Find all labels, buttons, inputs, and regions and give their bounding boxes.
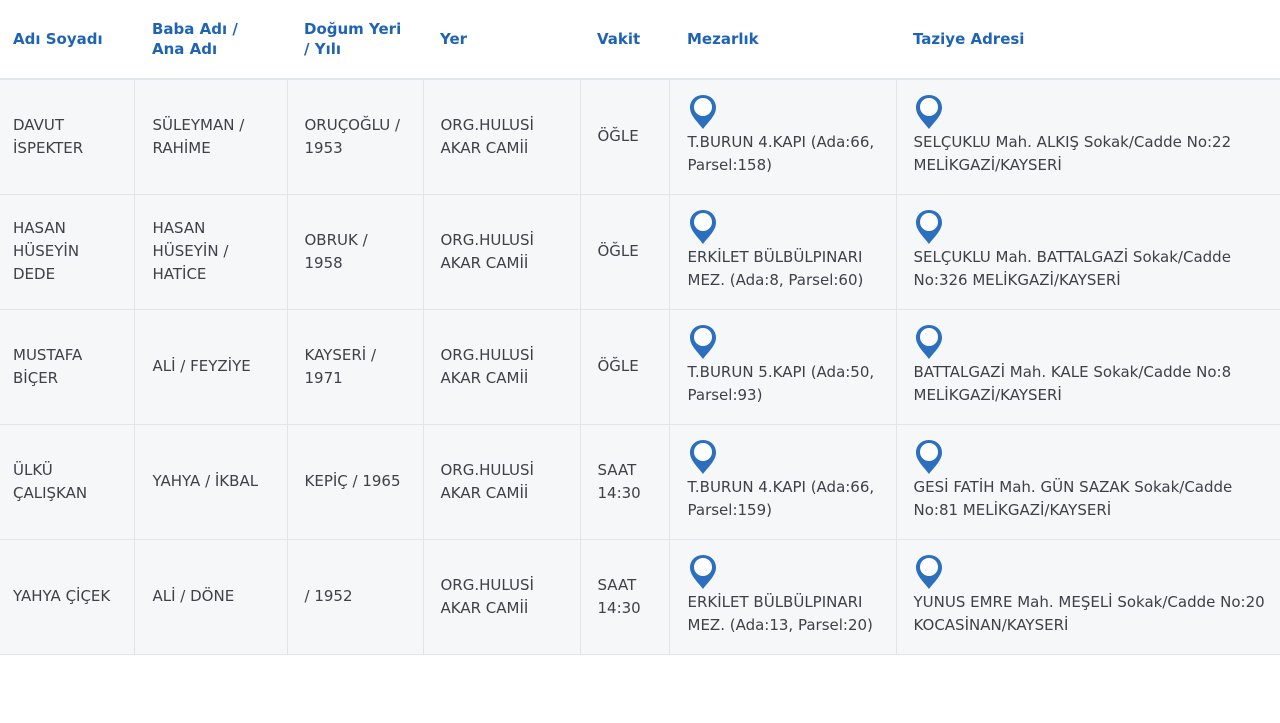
cell-birth: KAYSERİ / 1971 (287, 309, 424, 425)
map-pin-icon[interactable] (914, 323, 944, 361)
cell-place: ORG.HULUSİ AKAR CAMİİ (423, 309, 581, 425)
header-parents: Baba Adı / Ana Adı (134, 0, 287, 80)
cell-time: ÖĞLE (580, 79, 670, 195)
cell-name: DAVUT İSPEKTER (0, 79, 135, 195)
cell-parents: YAHYA / İKBAL (134, 424, 288, 540)
header-time: Vakit (580, 0, 669, 80)
cell-parents: HASAN HÜSEYİN / HATİCE (134, 194, 288, 310)
cell-time: SAAT 14:30 (580, 539, 670, 655)
header-cemetery: Mezarlık (669, 0, 896, 80)
cell-parents: ALİ / DÖNE (134, 539, 288, 655)
header-birth: Doğum Yeri / Yılı (287, 0, 423, 80)
table-row: YAHYA ÇİÇEK ALİ / DÖNE / 1952 ORG.HULUSİ… (0, 539, 1280, 655)
cell-parents: SÜLEYMAN / RAHİME (134, 79, 288, 195)
address-text: SELÇUKLU Mah. BATTALGAZİ Sokak/Cadde No:… (913, 247, 1231, 289)
map-pin-icon[interactable] (914, 438, 944, 476)
address-text: BATTALGAZİ Mah. KALE Sokak/Cadde No:8 ME… (913, 362, 1232, 404)
header-address: Taziye Adresi (896, 0, 1280, 80)
header-row: Adı Soyadı Baba Adı / Ana Adı Doğum Yeri… (0, 0, 1280, 80)
header-place: Yer (423, 0, 580, 80)
map-pin-icon[interactable] (688, 553, 718, 591)
map-pin-icon[interactable] (914, 208, 944, 246)
table-row: DAVUT İSPEKTER SÜLEYMAN / RAHİME ORUÇOĞL… (0, 79, 1280, 195)
cemetery-text: T.BURUN 5.KAPI (Ada:50, Parsel:93) (687, 362, 875, 404)
cell-time: ÖĞLE (580, 309, 670, 425)
cell-name: HASAN HÜSEYİN DEDE (0, 194, 135, 310)
map-pin-icon[interactable] (688, 93, 718, 131)
map-pin-icon[interactable] (688, 323, 718, 361)
cell-address: GESİ FATİH Mah. GÜN SAZAK Sokak/Cadde No… (896, 424, 1280, 540)
table-row: ÜLKÜ ÇALIŞKAN YAHYA / İKBAL KEPİÇ / 1965… (0, 424, 1280, 540)
map-pin-icon[interactable] (688, 438, 718, 476)
cemetery-text: T.BURUN 4.KAPI (Ada:66, Parsel:158) (687, 132, 875, 174)
cell-place: ORG.HULUSİ AKAR CAMİİ (423, 79, 581, 195)
cell-place: ORG.HULUSİ AKAR CAMİİ (423, 424, 581, 540)
cell-name: YAHYA ÇİÇEK (0, 539, 135, 655)
cell-time: SAAT 14:30 (580, 424, 670, 540)
table-row: MUSTAFA BİÇER ALİ / FEYZİYE KAYSERİ / 19… (0, 309, 1280, 425)
cell-cemetery: T.BURUN 4.KAPI (Ada:66, Parsel:158) (669, 79, 897, 195)
cell-cemetery: ERKİLET BÜLBÜLPINARI MEZ. (Ada:8, Parsel… (669, 194, 897, 310)
cemetery-text: ERKİLET BÜLBÜLPINARI MEZ. (Ada:13, Parse… (687, 592, 873, 634)
map-pin-icon[interactable] (688, 208, 718, 246)
cell-birth: KEPİÇ / 1965 (287, 424, 424, 540)
cell-cemetery: T.BURUN 4.KAPI (Ada:66, Parsel:159) (669, 424, 897, 540)
cell-address: SELÇUKLU Mah. ALKIŞ Sokak/Cadde No:22 ME… (896, 79, 1280, 195)
cell-birth: OBRUK / 1958 (287, 194, 424, 310)
cell-address: YUNUS EMRE Mah. MEŞELİ Sokak/Cadde No:20… (896, 539, 1280, 655)
cell-name: MUSTAFA BİÇER (0, 309, 135, 425)
cell-cemetery: ERKİLET BÜLBÜLPINARI MEZ. (Ada:13, Parse… (669, 539, 897, 655)
cemetery-text: ERKİLET BÜLBÜLPINARI MEZ. (Ada:8, Parsel… (687, 247, 864, 289)
map-pin-icon[interactable] (914, 553, 944, 591)
cell-birth: ORUÇOĞLU / 1953 (287, 79, 424, 195)
cell-cemetery: T.BURUN 5.KAPI (Ada:50, Parsel:93) (669, 309, 897, 425)
cell-birth: / 1952 (287, 539, 424, 655)
table-header: Adı Soyadı Baba Adı / Ana Adı Doğum Yeri… (0, 0, 1280, 80)
table-body: DAVUT İSPEKTER SÜLEYMAN / RAHİME ORUÇOĞL… (0, 79, 1280, 655)
address-text: SELÇUKLU Mah. ALKIŞ Sokak/Cadde No:22 ME… (913, 132, 1232, 174)
cell-name: ÜLKÜ ÇALIŞKAN (0, 424, 135, 540)
map-pin-icon[interactable] (914, 93, 944, 131)
cell-address: BATTALGAZİ Mah. KALE Sokak/Cadde No:8 ME… (896, 309, 1280, 425)
funeral-table: Adı Soyadı Baba Adı / Ana Adı Doğum Yeri… (0, 0, 1280, 655)
cell-address: SELÇUKLU Mah. BATTALGAZİ Sokak/Cadde No:… (896, 194, 1280, 310)
cemetery-text: T.BURUN 4.KAPI (Ada:66, Parsel:159) (687, 477, 875, 519)
address-text: YUNUS EMRE Mah. MEŞELİ Sokak/Cadde No:20… (913, 592, 1265, 634)
cell-parents: ALİ / FEYZİYE (134, 309, 288, 425)
cell-place: ORG.HULUSİ AKAR CAMİİ (423, 194, 581, 310)
table-row: HASAN HÜSEYİN DEDE HASAN HÜSEYİN / HATİC… (0, 194, 1280, 310)
cell-time: ÖĞLE (580, 194, 670, 310)
funeral-list-page: Adı Soyadı Baba Adı / Ana Adı Doğum Yeri… (0, 0, 1280, 723)
cell-place: ORG.HULUSİ AKAR CAMİİ (423, 539, 581, 655)
header-name: Adı Soyadı (0, 0, 134, 80)
address-text: GESİ FATİH Mah. GÜN SAZAK Sokak/Cadde No… (913, 477, 1233, 519)
